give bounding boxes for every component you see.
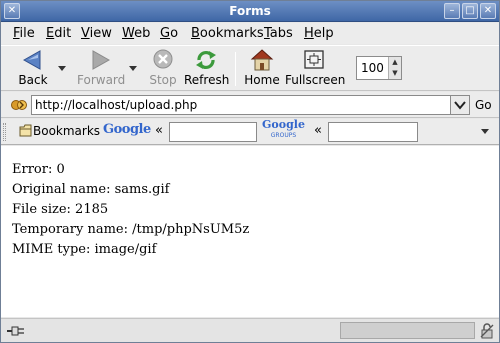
stop-button[interactable]: Stop	[149, 48, 177, 90]
home-icon	[250, 49, 274, 71]
google-search-input[interactable]	[169, 122, 257, 142]
google-groups-logo: Google GROUPS	[262, 118, 305, 139]
minimize-button[interactable]: –	[444, 3, 460, 19]
mime-type-line: MIME type: image/gif	[12, 242, 157, 257]
status-bar	[1, 318, 499, 342]
menu-edit[interactable]: Edit	[46, 26, 71, 41]
refresh-button[interactable]: Refresh	[184, 48, 230, 90]
bookmarks-label: Bookmarks	[33, 124, 101, 138]
refresh-label: Refresh	[184, 73, 230, 87]
back-button[interactable]: Back	[15, 48, 51, 90]
connection-status-icon	[7, 326, 24, 336]
zoom-down-icon[interactable]: ▼	[389, 68, 401, 79]
fullscreen-label: Fullscreen	[285, 73, 346, 87]
back-history-dropdown-icon[interactable]	[58, 66, 66, 72]
file-size-line: File size: 2185	[12, 202, 109, 217]
zoom-value: 100	[361, 61, 384, 75]
forward-label: Forward	[77, 73, 126, 87]
location-grip-icon[interactable]	[11, 98, 27, 112]
zoom-spin-buttons: ▲ ▼	[388, 57, 401, 79]
back-label: Back	[18, 73, 48, 87]
browser-window: ✕ Forms – □ ✕ File Edit View Web Go Book…	[0, 0, 500, 343]
menu-file[interactable]: File	[13, 26, 35, 41]
forward-history-dropdown-icon[interactable]	[129, 66, 137, 72]
original-name-line: Original name: sams.gif	[12, 182, 170, 197]
menu-bar: File Edit View Web Go Bookmarks Tabs Hel…	[1, 23, 499, 44]
google-chevron-icon[interactable]: «	[155, 123, 163, 138]
toolbar-grip[interactable]	[3, 123, 6, 141]
url-field-container	[31, 95, 451, 115]
url-input[interactable]	[35, 97, 445, 113]
stop-label: Stop	[149, 73, 177, 87]
security-lock-icon	[480, 323, 494, 339]
fullscreen-icon	[304, 50, 324, 69]
personal-toolbar: Bookmarks Google « Google GROUPS «	[1, 119, 499, 145]
forward-button[interactable]: Forward	[77, 48, 126, 90]
location-toolbar: Go	[1, 92, 499, 118]
home-button[interactable]: Home	[244, 48, 280, 90]
page-content: Error: 0 Original name: sams.gif File si…	[1, 146, 499, 317]
toolbar-overflow-icon[interactable]	[481, 129, 489, 135]
menu-help[interactable]: Help	[304, 26, 334, 41]
zoom-up-icon[interactable]: ▲	[389, 57, 401, 68]
progress-bar	[340, 322, 475, 339]
go-button[interactable]: Go	[475, 98, 492, 112]
error-line: Error: 0	[12, 162, 65, 177]
forward-arrow-icon	[92, 50, 111, 70]
zoom-stepper[interactable]: 100 ▲ ▼	[356, 56, 402, 80]
menu-tabs[interactable]: Tabs	[264, 26, 293, 41]
temporary-name-line: Temporary name: /tmp/phpNsUM5z	[12, 222, 250, 237]
window-title: Forms	[229, 4, 271, 18]
refresh-icon	[196, 51, 216, 69]
bookmarks-button[interactable]: Bookmarks	[19, 124, 100, 138]
close-button[interactable]: ✕	[480, 3, 496, 19]
menu-view[interactable]: View	[81, 26, 112, 41]
fullscreen-button[interactable]: Fullscreen	[285, 48, 346, 90]
title-bar: ✕ Forms – □ ✕	[1, 1, 499, 22]
menu-bookmarks[interactable]: Bookmarks	[191, 26, 264, 41]
menu-go[interactable]: Go	[160, 26, 178, 41]
google-search-logo: Google	[103, 122, 151, 137]
toolbar-separator	[235, 52, 236, 86]
url-history-dropdown[interactable]	[450, 95, 470, 115]
groups-search-input[interactable]	[328, 122, 418, 142]
groups-chevron-icon[interactable]: «	[314, 123, 322, 138]
stop-icon	[153, 49, 173, 69]
chevron-down-icon	[454, 101, 466, 110]
home-label: Home	[244, 73, 280, 87]
menu-web[interactable]: Web	[122, 26, 150, 41]
navigation-toolbar: Back Forward Stop Refresh Home Fullscree…	[1, 45, 499, 91]
maximize-button[interactable]: □	[462, 3, 478, 19]
back-arrow-icon	[22, 50, 41, 70]
bookmarks-folder-icon	[19, 124, 32, 137]
